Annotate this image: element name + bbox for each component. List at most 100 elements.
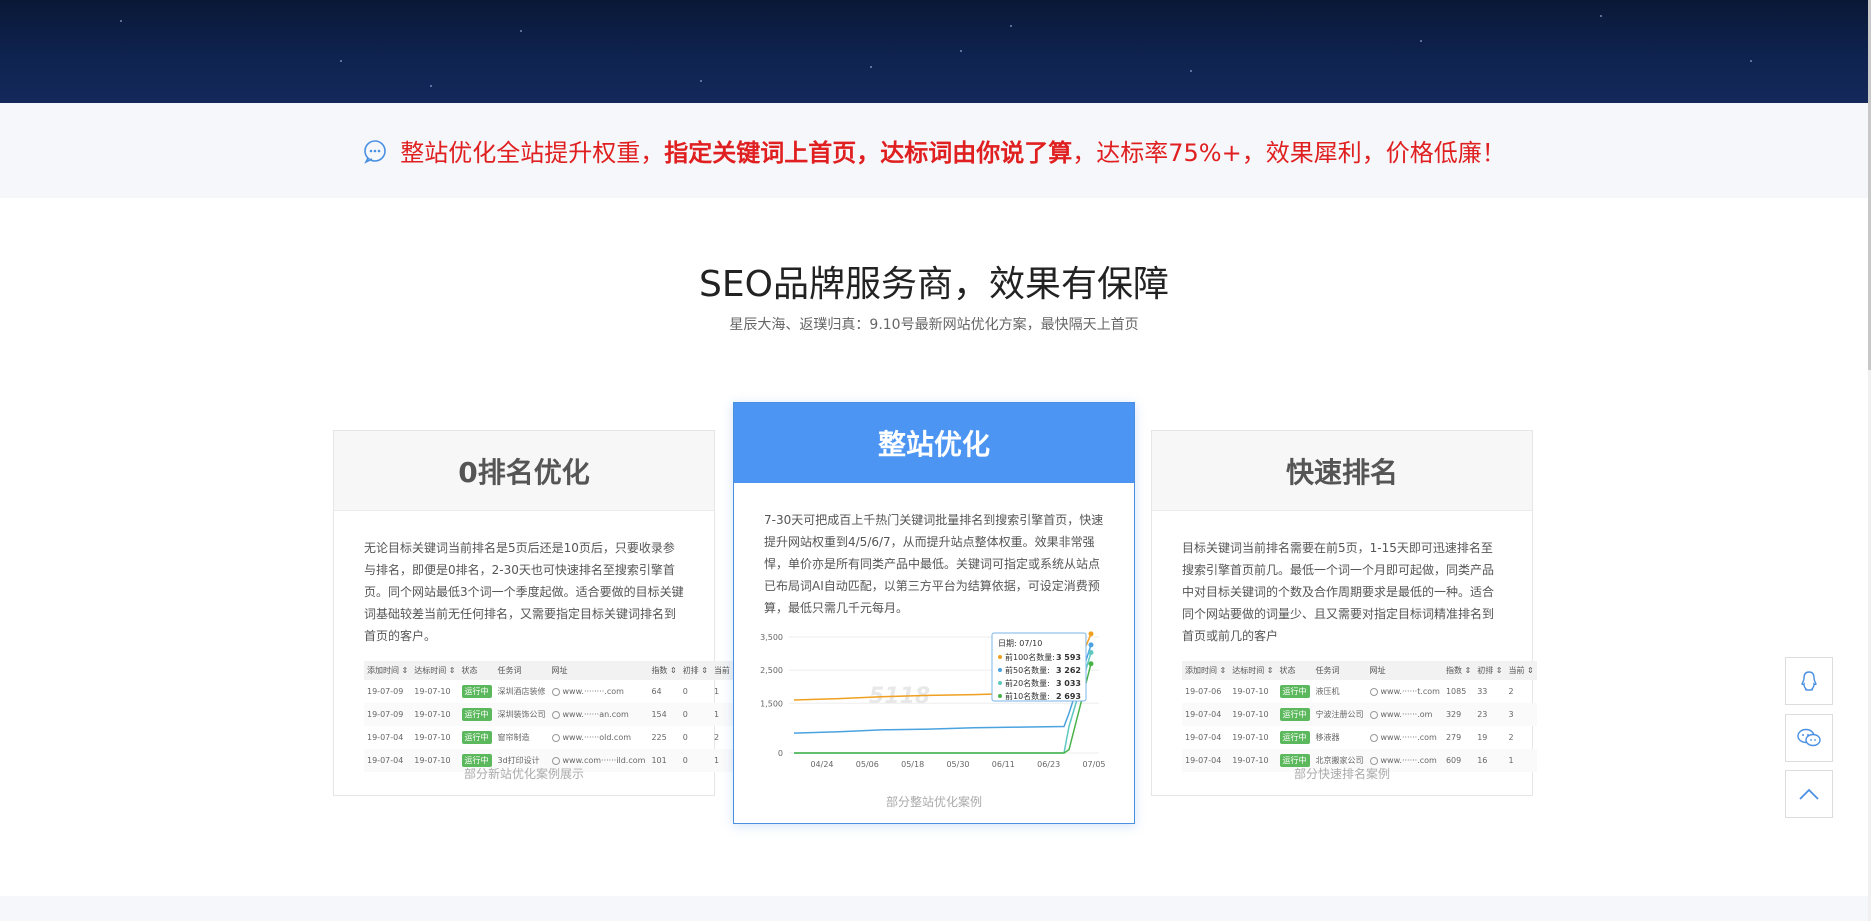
card-description: 目标关键词当前排名需要在前5页，1-15天即可迅速排名至搜索引擎首页前几。最低一…	[1182, 541, 1495, 643]
y-tick-label: 1,500	[760, 699, 783, 708]
globe-icon	[1369, 687, 1378, 696]
table-cell: 19-07-10	[414, 733, 451, 742]
table-header[interactable]: 添加时间 ⇕	[364, 661, 412, 680]
status-badge: 运行中	[461, 685, 492, 698]
promo-text-2: ，达标率75%+，效果犀利，价格低廉！	[1072, 139, 1506, 167]
section-subtitle: 星辰大海、返璞归真：9.10号最新网站优化方案，最快隔天上首页	[729, 317, 1139, 333]
table-cell: 329	[1442, 703, 1475, 726]
tooltip-label: 前50名数量:	[1005, 665, 1050, 675]
back-to-top-button[interactable]	[1785, 770, 1833, 818]
table-header[interactable]: 任务词	[494, 661, 549, 680]
table-header[interactable]: 添加时间 ⇕	[1182, 661, 1230, 680]
promo-text-1: 整站优化全站提升权重，	[400, 139, 665, 167]
table-row: 19-07-04 19-07-10 运行中 宁波注册公司 www.······.om 32…	[1182, 703, 1537, 726]
table-cell: 64	[651, 687, 662, 696]
y-tick-label: 3,500	[760, 633, 783, 642]
url-cell: www.········.com	[549, 680, 649, 703]
star	[430, 85, 432, 87]
tooltip-dot	[998, 655, 1002, 659]
table-header[interactable]: 网址	[548, 661, 649, 680]
table-cell: 154	[648, 703, 680, 726]
star	[1190, 70, 1192, 72]
table-cell: 深圳装饰公司	[494, 703, 549, 726]
url-cell: www.······an.com	[548, 703, 649, 726]
url-cell: www.······t.com	[1367, 680, 1443, 703]
wechat-button[interactable]	[1785, 714, 1833, 762]
status-cell: 运行中	[458, 703, 495, 726]
card-description: 无论目标关键词当前排名是5页后还是10页后，只要收录参与排名，即便是0排名，2-…	[364, 541, 684, 643]
status-cell: 运行中	[459, 680, 495, 703]
x-tick-label: 06/23	[1037, 760, 1060, 769]
star	[700, 80, 702, 82]
series-end-point	[1088, 642, 1094, 648]
table-header[interactable]: 指数 ⇕	[1442, 661, 1475, 680]
status-badge: 运行中	[1279, 685, 1310, 698]
table-cell: 19-07-06	[1185, 687, 1222, 696]
table-cell: 19-07-04	[1182, 703, 1230, 726]
table-row: 19-07-09 19-07-10 运行中 深圳酒店装修 www.········.co…	[364, 680, 742, 703]
x-tick-label: 05/18	[901, 760, 924, 769]
url-cell: www.······old.com	[549, 726, 649, 749]
table-header[interactable]: 状态	[458, 661, 495, 680]
table-header[interactable]: 任务词	[1312, 661, 1367, 680]
table-cell: 移液器	[1315, 733, 1340, 742]
qq-button[interactable]	[1785, 657, 1833, 705]
service-card-fast-rank[interactable]: 快速排名 目标关键词当前排名需要在前5页，1-15天即可迅速排名至搜索引擎首页前…	[1151, 430, 1537, 796]
table-header[interactable]: 初排 ⇕	[679, 661, 711, 680]
card-title: 整站优化	[734, 403, 1134, 483]
table-header[interactable]: 达标时间 ⇕	[411, 661, 459, 680]
tooltip-label: 前10名数量:	[1005, 691, 1050, 701]
url-text: www.······an.com	[562, 710, 629, 719]
url-cell: www.······.om	[1366, 703, 1443, 726]
card-title: 快速排名	[1152, 431, 1532, 511]
x-tick-label: 06/11	[992, 760, 1015, 769]
table-cell: 279	[1445, 733, 1462, 742]
table-cell: 19-07-04	[1185, 733, 1222, 742]
y-tick-label: 2,500	[760, 666, 783, 675]
wechat-icon	[1797, 728, 1821, 747]
tooltip-value: 2 693	[1056, 692, 1081, 701]
table-cell: 19	[1477, 733, 1488, 742]
y-tick-label: 0	[778, 749, 783, 758]
star	[1750, 60, 1752, 62]
table-header[interactable]: 指数 ⇕	[648, 661, 680, 680]
table-cell: 19-07-10	[1229, 703, 1277, 726]
globe-icon	[551, 710, 560, 719]
table-cell: 宁波注册公司	[1312, 703, 1367, 726]
promo-message: 整站优化全站提升权重， 指定关键词上首页，达标词由你说了算 ，达标率75%+，效…	[362, 133, 1506, 168]
table-header[interactable]: 当前 ⇕	[1505, 661, 1537, 680]
url-text: www.······.om	[1380, 710, 1433, 719]
tooltip-label: 前100名数量:	[1005, 652, 1055, 662]
case-table: 添加时间 ⇕ 达标时间 ⇕ 状态 任务词 网址 指数 ⇕ 初排 ⇕ 当前 ⇕ 19-07-06 1…	[1182, 661, 1537, 772]
status-badge: 运行中	[461, 708, 492, 721]
tooltip-label: 前20名数量:	[1005, 678, 1050, 688]
case-table: 添加时间 ⇕ 达标时间 ⇕ 状态 任务词 网址 指数 ⇕ 初排 ⇕ 当前 ⇕ 19-07-09 1…	[364, 661, 743, 772]
table-cell: 33	[1477, 687, 1488, 696]
url-text: www.······old.com	[562, 733, 632, 742]
service-card-site-optimization[interactable]: 整站优化 7-30天可把成百上千热门关键词批量排名到搜索引擎首页，快速提升网站权…	[733, 402, 1135, 824]
promo-banner: 整站优化全站提升权重， 指定关键词上首页，达标词由你说了算 ，达标率75%+，效…	[0, 103, 1868, 198]
card-caption: 部分新站优化案例展示	[463, 767, 584, 781]
globe-icon	[551, 733, 560, 742]
table-header[interactable]: 网址	[1366, 661, 1443, 680]
hero-banner	[0, 0, 1868, 103]
star	[340, 60, 342, 62]
star	[1420, 40, 1422, 42]
globe-icon	[551, 687, 560, 696]
service-card-zero-rank[interactable]: 0排名优化 无论目标关键词当前排名是5页后还是10页后，只要收录参与排名，即便是…	[333, 430, 743, 796]
table-header[interactable]: 达标时间 ⇕	[1229, 661, 1277, 680]
table-cell: 1085	[1445, 687, 1467, 696]
table-header[interactable]: 初排 ⇕	[1474, 661, 1506, 680]
globe-icon	[1369, 710, 1378, 719]
card-title: 0排名优化	[334, 431, 714, 511]
table-row: 19-07-04 19-07-10 运行中 窗帘制造 www.······old.com…	[364, 726, 742, 749]
status-cell: 运行中	[459, 726, 495, 749]
url-text: www.com······ild.com	[562, 756, 646, 765]
star	[870, 66, 872, 68]
section-title: SEO品牌服务商，效果有保障	[699, 264, 1169, 305]
table-cell: 0	[679, 703, 711, 726]
table-header[interactable]: 状态	[1276, 661, 1313, 680]
x-tick-label: 05/30	[946, 760, 969, 769]
globe-icon	[1369, 756, 1378, 765]
series-end-point	[1088, 661, 1094, 667]
